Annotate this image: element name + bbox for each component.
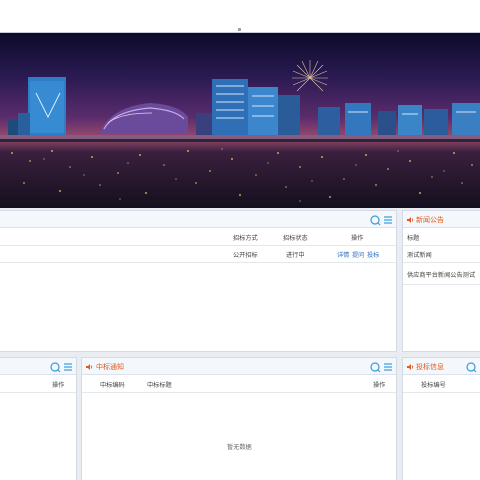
panel-header: 投标信息 (403, 358, 480, 375)
news-item[interactable]: 测试新闻 (407, 250, 432, 259)
panel-title: 新闻公告 (416, 216, 444, 224)
search-icon (370, 362, 381, 373)
panel-header: 中标通知 (82, 358, 396, 375)
list-icon (384, 216, 392, 224)
col-status: 招标状态 (283, 235, 308, 242)
header-divider (403, 245, 480, 246)
detail-link[interactable]: 详情 (337, 250, 349, 259)
question-link[interactable]: 提问 (352, 250, 364, 259)
col-code: 中标编码 (100, 382, 125, 389)
row-divider (403, 262, 480, 263)
left-panel: 操作 (0, 357, 77, 480)
row-method: 公开招标 (233, 252, 258, 259)
top-bar-marker (238, 28, 241, 31)
panel-header (0, 211, 396, 228)
header-divider (403, 392, 480, 393)
col-action: 操作 (52, 382, 65, 389)
projects-panel: 招标方式 招标状态 操作 公开招标 进行中 详情 提问 投标 (0, 210, 397, 352)
news-panel: 新闻公告 标题 测试新闻 供应商平台新闻公告测试 (402, 210, 480, 352)
speaker-icon (407, 364, 414, 370)
panel-title: 中标通知 (96, 363, 124, 371)
search-icon (50, 362, 61, 373)
award-panel: 中标通知 中标编码 中标标题 操作 暂无数据 (81, 357, 397, 480)
panel-header-icons (370, 215, 392, 226)
col-action: 操作 (351, 235, 364, 242)
col-method: 招标方式 (233, 235, 258, 242)
speaker-icon (86, 364, 93, 370)
header-divider (0, 392, 76, 393)
bid-link[interactable]: 投标 (367, 250, 379, 259)
list-icon (384, 363, 392, 371)
list-icon (64, 363, 72, 371)
col-action: 操作 (373, 382, 386, 389)
city-night-banner (0, 33, 480, 208)
header-divider (0, 245, 396, 246)
header-divider (82, 392, 396, 393)
speaker-icon (407, 217, 414, 223)
bid-info-panel: 投标信息 投标编号 (402, 357, 480, 480)
row-status: 进行中 (286, 252, 305, 259)
panel-header-icons (370, 362, 392, 373)
panel-header: 新闻公告 (403, 211, 480, 228)
panel-header-icons (50, 362, 72, 373)
search-icon (370, 215, 381, 226)
col-code: 投标编号 (421, 382, 446, 389)
fireworks (292, 60, 328, 92)
col-title: 标题 (407, 235, 420, 242)
panel-header (0, 358, 76, 375)
news-item[interactable]: 供应商平台新闻公告测试 (407, 270, 475, 279)
city-skyline-illustration (0, 60, 480, 202)
search-icon (466, 362, 477, 373)
panel-title: 投标信息 (416, 363, 444, 371)
col-title: 中标标题 (147, 382, 172, 389)
row-divider (403, 284, 480, 285)
empty-state-text: 暂无数据 (227, 444, 252, 451)
panel-header-icons (466, 362, 477, 373)
row-divider (0, 262, 396, 263)
